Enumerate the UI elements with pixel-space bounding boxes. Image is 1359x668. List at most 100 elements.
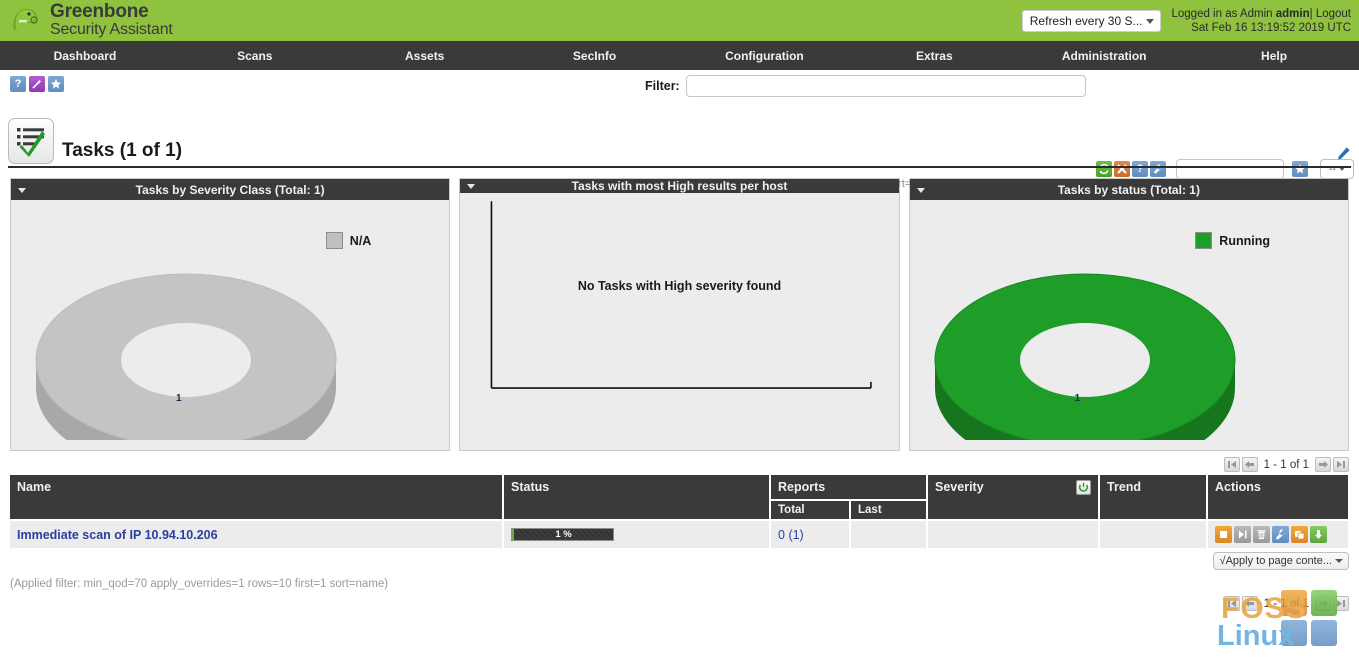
nav-item-assets[interactable]: Assets <box>340 41 510 70</box>
pagination-range: 1 - 1 of 1 <box>1263 597 1309 610</box>
watermark-icon-blue-left <box>1281 620 1307 646</box>
download-arrow-glyph <box>1315 530 1323 539</box>
reports-total-paren: (1) <box>788 527 804 542</box>
column-header-trend[interactable]: Trend <box>1099 475 1209 520</box>
power-glyph <box>1078 482 1089 492</box>
logged-in-prefix: Logged in as <box>1171 7 1238 20</box>
brand: Greenbone Security Assistant <box>0 2 173 39</box>
resume-task-icon[interactable] <box>1234 526 1252 543</box>
last-page-button[interactable] <box>1333 596 1349 611</box>
first-page-icon <box>1227 600 1236 607</box>
panel-body: No Tasks with High severity found <box>460 193 898 450</box>
star-glyph <box>51 79 61 89</box>
next-page-button[interactable] <box>1315 596 1331 611</box>
column-header-severity-label: Severity <box>935 480 984 494</box>
help-icon[interactable]: ? <box>10 76 26 92</box>
task-progress-bar: 1 % <box>511 528 614 541</box>
chevron-down-icon[interactable] <box>916 187 925 193</box>
username: admin <box>1275 7 1310 20</box>
next-page-button[interactable] <box>1315 457 1331 472</box>
pagination-range: 1 - 1 of 1 <box>1263 458 1309 471</box>
severity-refresh-icon[interactable] <box>1076 480 1092 495</box>
main-navigation: Dashboard Scans Assets SecInfo Configura… <box>0 41 1359 70</box>
user-role: Admin <box>1239 7 1273 20</box>
reports-total-link[interactable]: 0 <box>778 528 785 542</box>
previous-page-button[interactable] <box>1241 457 1258 472</box>
task-progress-text: 1 % <box>555 529 572 540</box>
column-header-severity[interactable]: Severity <box>927 475 1101 520</box>
page-title-row: Tasks (1 of 1) <box>8 112 1351 168</box>
previous-page-button[interactable] <box>1241 596 1258 611</box>
nav-item-help[interactable]: Help <box>1189 41 1359 70</box>
next-page-icon <box>1318 600 1328 607</box>
task-actions <box>1215 526 1341 543</box>
first-page-button[interactable] <box>1223 596 1240 611</box>
column-header-reports: Reports <box>770 475 929 500</box>
tasks-table: Name Status Reports Severity Trend Actio… <box>10 475 1351 548</box>
session-info: Logged in as Admin admin| Logout Sat Feb… <box>1171 7 1351 35</box>
panel-tasks-most-high-results: Tasks with most High results per host No… <box>459 178 900 451</box>
table-footer-controls: √Apply to page conte... <box>10 548 1349 572</box>
export-task-icon[interactable] <box>1310 526 1328 543</box>
last-page-icon <box>1337 600 1345 607</box>
nav-item-administration[interactable]: Administration <box>1019 41 1189 70</box>
first-page-button[interactable] <box>1223 457 1240 472</box>
filter-input[interactable] <box>685 75 1086 97</box>
wrench-glyph <box>1275 529 1285 540</box>
chevron-down-icon[interactable] <box>467 184 476 190</box>
dashboard-panels: Tasks by Severity Class (Total: 1) N/A 1 <box>10 178 1349 474</box>
play-glyph <box>1239 530 1247 539</box>
toolbar-icon-group: ? <box>10 76 64 92</box>
filter-group: Filter: <box>645 75 1086 97</box>
panel-body: N/A 1 <box>11 200 449 474</box>
panel-tasks-by-severity: Tasks by Severity Class (Total: 1) N/A 1 <box>10 178 451 474</box>
panel-header[interactable]: Tasks by status (Total: 1) <box>909 179 1348 200</box>
brand-title: Greenbone <box>50 1 149 23</box>
stop-task-icon[interactable] <box>1215 526 1233 543</box>
chevron-down-icon[interactable] <box>18 187 26 193</box>
chevron-down-icon <box>1146 18 1155 24</box>
table-header-row-1: Name Status Reports Severity Trend Actio… <box>10 475 1351 520</box>
pagination-top: 1 - 1 of 1 <box>10 457 1349 472</box>
last-page-icon <box>1337 461 1345 468</box>
trash-glyph <box>1257 530 1266 539</box>
table-row: Immediate scan of IP 10.94.10.206 1 % 0 … <box>10 519 1351 548</box>
panel-header[interactable]: Tasks with most High results per host <box>460 179 899 194</box>
refresh-interval-select[interactable]: Refresh every 30 S... <box>1021 9 1162 32</box>
header-right: Refresh every 30 S... Logged in as Admin… <box>1021 0 1351 41</box>
refresh-interval-label: Refresh every 30 S... <box>1029 13 1143 28</box>
nav-item-scans[interactable]: Scans <box>170 41 340 70</box>
nav-item-dashboard[interactable]: Dashboard <box>0 41 170 70</box>
apply-to-page-select[interactable]: √Apply to page conte... <box>1212 552 1349 570</box>
watermark-line2: Linux <box>1217 620 1295 652</box>
column-header-reports-last[interactable]: Last <box>850 499 929 520</box>
column-header-name[interactable]: Name <box>10 475 504 520</box>
logout-link[interactable]: Logout <box>1316 8 1351 20</box>
stop-glyph <box>1220 531 1228 538</box>
favorites-star-icon[interactable] <box>48 76 64 92</box>
nav-item-secinfo[interactable]: SecInfo <box>510 41 680 70</box>
column-header-status[interactable]: Status <box>503 475 771 520</box>
cell-actions <box>1207 519 1351 548</box>
edit-task-icon[interactable] <box>1272 526 1290 543</box>
empty-bar-chart-axes <box>490 201 873 390</box>
last-page-button[interactable] <box>1333 457 1349 472</box>
tasks-list-glyph <box>17 128 45 157</box>
filter-label: Filter: <box>645 79 680 93</box>
applied-filter-note: (Applied filter: min_qod=70 apply_overri… <box>10 578 389 590</box>
donut-center-value: 1 <box>1074 393 1081 404</box>
delete-task-icon[interactable] <box>1253 526 1271 543</box>
brand-subtitle: Security Assistant <box>50 21 173 39</box>
apply-to-page-label: √Apply to page conte... <box>1219 555 1332 567</box>
edit-dashboard-icon[interactable] <box>1336 146 1351 161</box>
wizard-icon[interactable] <box>29 76 45 92</box>
column-header-reports-total[interactable]: Total <box>770 499 851 520</box>
task-name-link[interactable]: Immediate scan of IP 10.94.10.206 <box>17 528 218 542</box>
panel-header[interactable]: Tasks by Severity Class (Total: 1) <box>11 179 450 200</box>
clone-task-icon[interactable] <box>1291 526 1309 543</box>
donut-center-value: 1 <box>176 393 182 404</box>
tasks-list-icon <box>8 118 54 164</box>
nav-item-configuration[interactable]: Configuration <box>680 41 850 70</box>
nav-item-extras[interactable]: Extras <box>849 41 1019 70</box>
brand-text: Greenbone Security Assistant <box>50 2 173 39</box>
